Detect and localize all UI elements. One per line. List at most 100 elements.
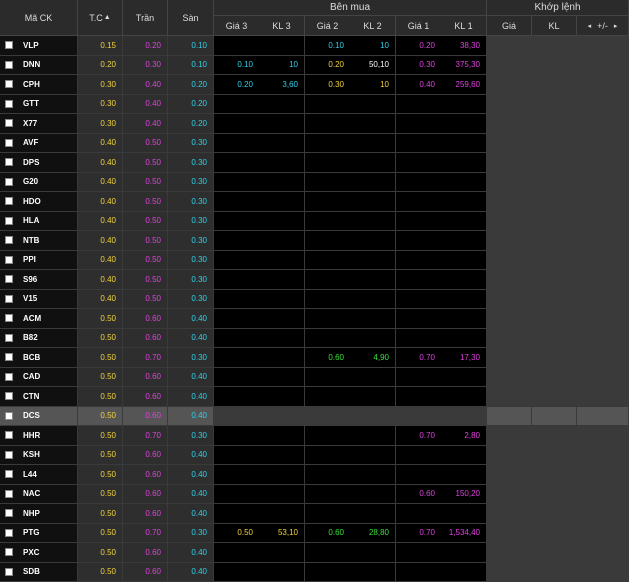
header-ceiling-price[interactable]: Trần <box>123 0 168 36</box>
header-match-col-1[interactable]: Giá <box>487 16 532 36</box>
match-cell <box>487 426 532 446</box>
header-match-col-2[interactable]: KL <box>532 16 577 36</box>
match-cell <box>487 94 532 114</box>
symbol-cell[interactable]: DNN <box>0 55 78 75</box>
bid-cell-kl-2 <box>350 445 396 465</box>
symbol-cell[interactable]: CAD <box>0 367 78 387</box>
symbol-cell[interactable]: BCB <box>0 348 78 368</box>
row-checkbox[interactable] <box>5 294 13 303</box>
symbol-label: HLA <box>23 216 40 226</box>
symbol-cell[interactable]: KSH <box>0 445 78 465</box>
floor-price-cell: 0.30 <box>168 211 214 231</box>
bid-cell-giá-1 <box>396 445 442 465</box>
row-checkbox[interactable] <box>5 275 13 284</box>
header-bid-col-1[interactable]: Giá 3 <box>214 16 260 36</box>
symbol-label: VLP <box>23 40 39 50</box>
symbol-cell[interactable]: G20 <box>0 172 78 192</box>
symbol-cell[interactable]: CTN <box>0 387 78 407</box>
row-checkbox[interactable] <box>5 353 13 362</box>
symbol-cell[interactable]: CPH <box>0 75 78 95</box>
symbol-cell[interactable]: NHP <box>0 504 78 524</box>
bid-cell-kl-1: 375,30 <box>441 55 487 75</box>
bid-cell-giá-3 <box>214 387 260 407</box>
symbol-label: CPH <box>23 79 40 89</box>
row-checkbox[interactable] <box>5 431 13 440</box>
header-bid-col-6[interactable]: KL 1 <box>441 16 487 36</box>
price-board: Mã CK T.C ▲ Trần Sàn Bên mua Khớp lệnh Gi… <box>0 0 629 582</box>
ref-price-cell: 0.50 <box>78 426 123 446</box>
symbol-cell[interactable]: B82 <box>0 328 78 348</box>
row-checkbox[interactable] <box>5 80 13 89</box>
row-checkbox[interactable] <box>5 411 13 420</box>
row-checkbox[interactable] <box>5 489 13 498</box>
symbol-cell[interactable]: PPI <box>0 250 78 270</box>
header-floor-price[interactable]: Sàn <box>168 0 214 36</box>
symbol-cell[interactable]: L44 <box>0 465 78 485</box>
row-checkbox[interactable] <box>5 119 13 128</box>
bid-cell-giá-2 <box>305 133 351 153</box>
header-bid-col-2[interactable]: KL 3 <box>259 16 305 36</box>
row-checkbox[interactable] <box>5 333 13 342</box>
symbol-cell[interactable]: HHR <box>0 426 78 446</box>
symbol-cell[interactable]: V15 <box>0 289 78 309</box>
symbol-cell[interactable]: NTB <box>0 231 78 251</box>
bid-cell-giá-1 <box>396 133 442 153</box>
row-checkbox[interactable] <box>5 470 13 479</box>
row-checkbox[interactable] <box>5 99 13 108</box>
row-checkbox[interactable] <box>5 372 13 381</box>
symbol-cell[interactable]: ACM <box>0 309 78 329</box>
bid-cell-giá-2: 0.60 <box>305 523 351 543</box>
row-checkbox[interactable] <box>5 177 13 186</box>
row-checkbox[interactable] <box>5 314 13 323</box>
symbol-cell[interactable]: HDO <box>0 192 78 212</box>
row-checkbox[interactable] <box>5 236 13 245</box>
symbol-cell[interactable]: DPS <box>0 153 78 173</box>
row-checkbox[interactable] <box>5 567 13 576</box>
match-cell <box>577 289 629 309</box>
symbol-cell[interactable]: X77 <box>0 114 78 134</box>
bid-cell-giá-3: 0.20 <box>214 75 260 95</box>
row-checkbox[interactable] <box>5 392 13 401</box>
row-checkbox[interactable] <box>5 138 13 147</box>
row-checkbox[interactable] <box>5 60 13 69</box>
row-checkbox[interactable] <box>5 158 13 167</box>
floor-price-cell: 0.40 <box>168 484 214 504</box>
header-ref-price[interactable]: T.C ▲ <box>78 0 123 36</box>
header-match-col-3[interactable]: ◂ +/- ▸ <box>577 16 629 36</box>
symbol-cell[interactable]: AVF <box>0 133 78 153</box>
bid-cell-kl-2 <box>350 367 396 387</box>
row-checkbox[interactable] <box>5 255 13 264</box>
bid-cell-kl-2 <box>350 426 396 446</box>
bid-cell-giá-3 <box>214 114 260 134</box>
scroll-left-icon[interactable]: ◂ <box>588 22 592 30</box>
match-cell <box>487 309 532 329</box>
row-checkbox[interactable] <box>5 450 13 459</box>
scroll-right-icon[interactable]: ▸ <box>614 22 618 30</box>
row-checkbox[interactable] <box>5 528 13 537</box>
header-bid-col-3[interactable]: Giá 2 <box>305 16 351 36</box>
bid-cell-kl-3: 53,10 <box>259 523 305 543</box>
symbol-cell[interactable]: GTT <box>0 94 78 114</box>
header-symbol[interactable]: Mã CK <box>0 0 78 36</box>
match-cell <box>577 211 629 231</box>
symbol-cell[interactable]: VLP <box>0 36 78 56</box>
row-checkbox[interactable] <box>5 41 13 50</box>
bid-cell-kl-3 <box>259 309 305 329</box>
header-bid-col-5[interactable]: Giá 1 <box>396 16 442 36</box>
symbol-cell[interactable]: NAC <box>0 484 78 504</box>
row-checkbox[interactable] <box>5 216 13 225</box>
row-checkbox[interactable] <box>5 197 13 206</box>
ref-price-cell: 0.50 <box>78 348 123 368</box>
symbol-cell[interactable]: HLA <box>0 211 78 231</box>
header-bid-col-4[interactable]: KL 2 <box>350 16 396 36</box>
row-checkbox[interactable] <box>5 548 13 557</box>
bid-cell-kl-3 <box>259 211 305 231</box>
symbol-cell[interactable]: SDB <box>0 562 78 582</box>
symbol-cell[interactable]: PTG <box>0 523 78 543</box>
symbol-cell[interactable]: PXC <box>0 543 78 563</box>
bid-cell-kl-1 <box>441 387 487 407</box>
symbol-cell[interactable]: DCS <box>0 406 78 426</box>
symbol-cell[interactable]: S96 <box>0 270 78 290</box>
row-checkbox[interactable] <box>5 509 13 518</box>
bid-cell-giá-2 <box>305 562 351 582</box>
